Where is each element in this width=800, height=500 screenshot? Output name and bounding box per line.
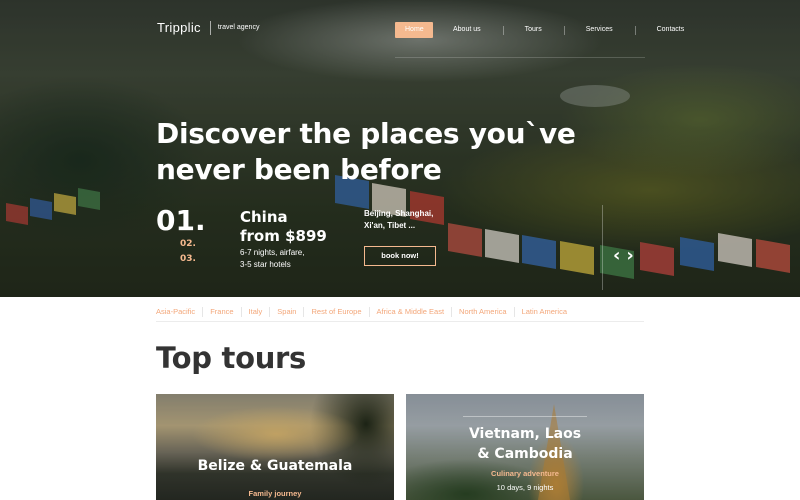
region-link[interactable]: Spain [277, 307, 296, 316]
tour-card[interactable]: Vietnam, Laos & Cambodia Culinary advent… [406, 394, 644, 500]
region-filter: Asia-Pacific France Italy Spain Rest of … [156, 303, 644, 320]
book-now-button[interactable]: book now! [364, 246, 436, 266]
region-link[interactable]: North America [459, 307, 507, 316]
chevron-right-icon[interactable]: › [626, 247, 633, 265]
headline-line-2: never been before [156, 153, 442, 186]
site-logo[interactable]: Tripplic [157, 20, 201, 35]
tour-card-title: Vietnam, Laos & Cambodia [406, 424, 644, 464]
slide-number-current[interactable]: 01. [156, 204, 206, 237]
cities-line-1: Beijing, Shanghai, [364, 209, 434, 218]
card-divider [463, 416, 587, 417]
nav-about-us[interactable]: About us [453, 22, 481, 38]
region-link[interactable]: France [210, 307, 233, 316]
slide-description: 6-7 nights, airfare, 3-5 star hotels [240, 247, 304, 271]
destination-name: China [240, 208, 288, 226]
brand[interactable]: Tripplic travel agency [157, 20, 259, 35]
slider-divider [602, 205, 603, 290]
region-link[interactable]: Africa & Middle East [377, 307, 445, 316]
description-line-1: 6-7 nights, airfare, [240, 248, 305, 257]
nav-contacts[interactable]: Contacts [657, 22, 685, 38]
tour-card[interactable]: Belize & Guatemala Family journey [156, 394, 394, 500]
brand-tagline: travel agency [217, 24, 260, 31]
cities-line-2: Xi'an, Tibet ... [364, 221, 416, 230]
slide-number-2[interactable]: 02. [180, 239, 196, 249]
nav-services[interactable]: Services [586, 22, 613, 38]
nav-divider [563, 25, 565, 35]
description-line-2: 3-5 star hotels [240, 260, 291, 269]
hero-headline: Discover the places you`ve never been be… [156, 116, 636, 188]
destination-price: from $899 [240, 227, 327, 245]
brand-divider [209, 20, 211, 35]
regions-divider [156, 321, 644, 322]
nav-home[interactable]: Home [395, 22, 433, 38]
section-title: Top tours [156, 341, 307, 375]
headline-line-1: Discover the places you`ve [156, 117, 576, 150]
tour-card-subtitle: Culinary adventure [491, 469, 559, 478]
tour-card-title-line-1: Vietnam, Laos [468, 426, 582, 442]
region-link[interactable]: Rest of Europe [311, 307, 361, 316]
region-link[interactable]: Latin America [522, 307, 567, 316]
slide-number-3[interactable]: 03. [180, 254, 196, 264]
slide-destination: China from $899 [240, 208, 327, 246]
chevron-left-icon[interactable]: ‹ [613, 247, 620, 265]
nav-divider [634, 25, 636, 35]
tour-card-title: Belize & Guatemala [197, 458, 353, 474]
main-nav: Home About us Tours Services Contacts [395, 22, 684, 38]
slider-arrows: ‹ › [613, 247, 634, 265]
hero-slider: Tripplic travel agency Home About us Tou… [0, 0, 800, 297]
nav-divider [502, 25, 504, 35]
tour-card-subtitle: Family journey [248, 489, 302, 498]
region-link[interactable]: Italy [249, 307, 263, 316]
nav-tours[interactable]: Tours [525, 22, 542, 38]
region-link[interactable]: Asia-Pacific [156, 307, 195, 316]
slide-cities: Beijing, Shanghai, Xi'an, Tibet ... [364, 208, 464, 232]
tour-card-duration: 10 days, 9 nights [496, 483, 554, 492]
nav-underline [395, 57, 645, 58]
tour-card-title-line-2: & Cambodia [477, 446, 573, 462]
